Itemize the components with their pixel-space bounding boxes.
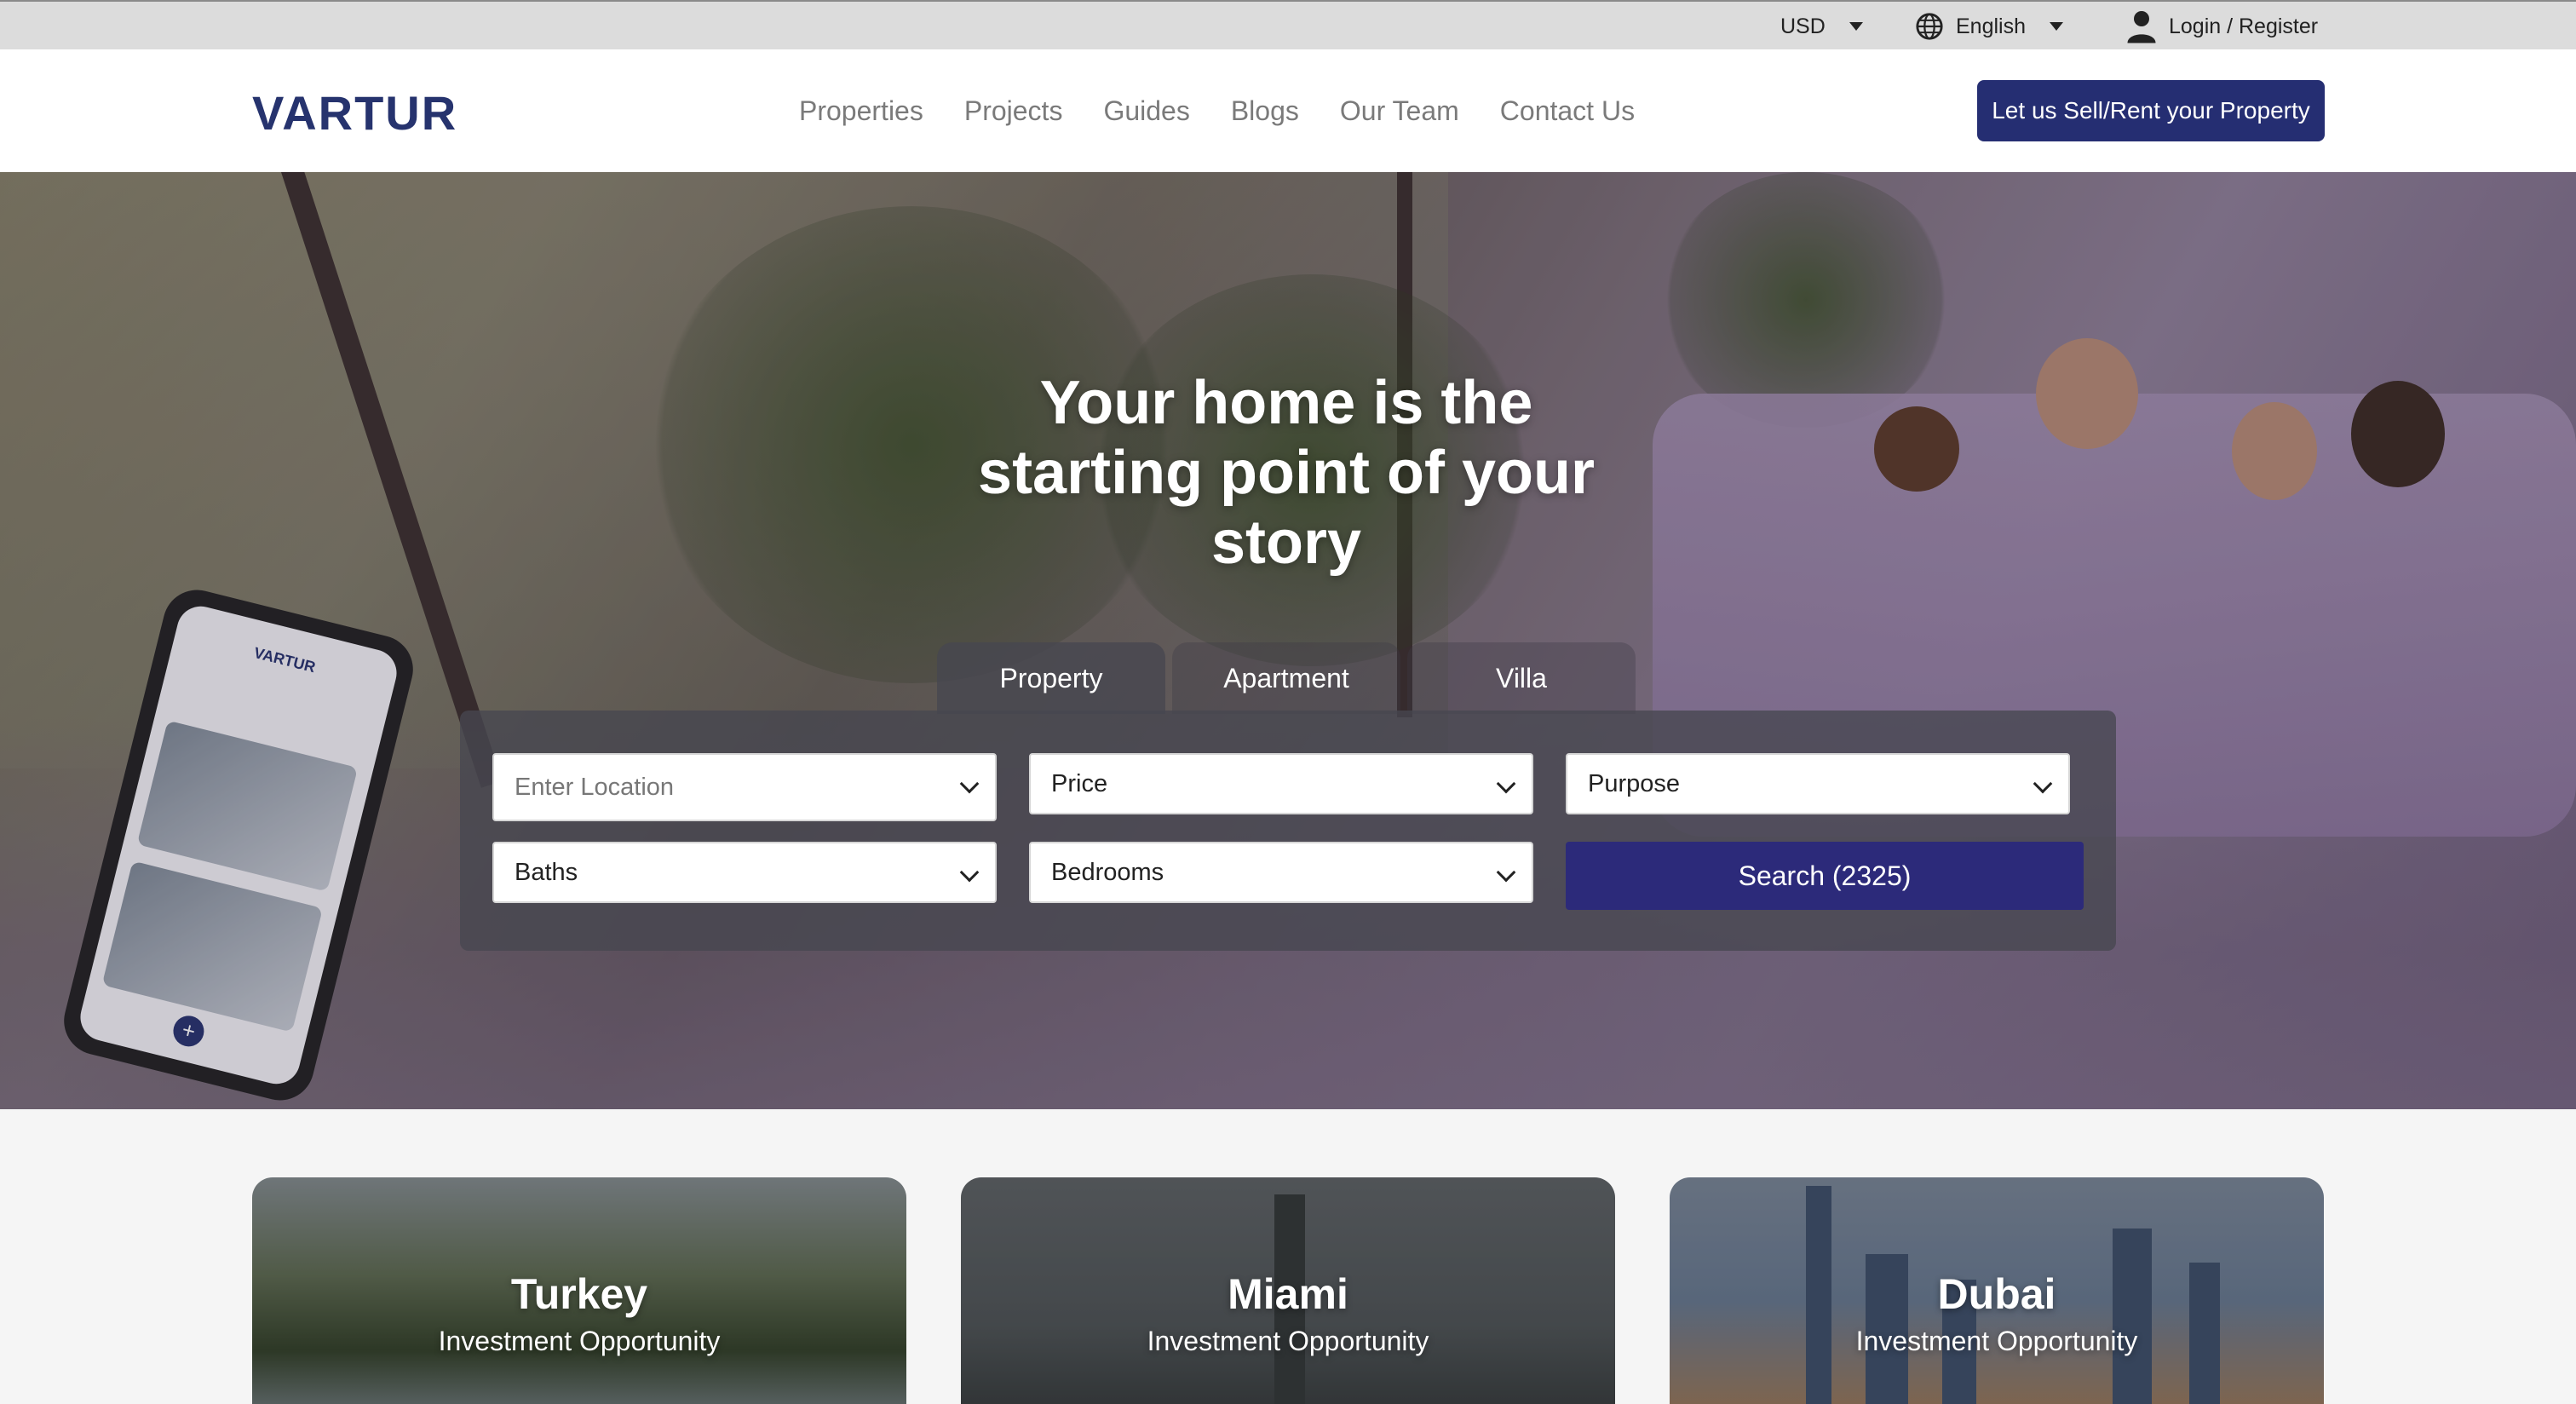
destination-subtitle: Investment Opportunity <box>1855 1326 2138 1356</box>
chevron-down-icon <box>2033 774 2053 794</box>
search-button[interactable]: Search (2325) <box>1566 842 2084 910</box>
price-label: Price <box>1051 769 1108 797</box>
bedrooms-select[interactable]: Bedrooms <box>1029 842 1533 903</box>
tab-apartment[interactable]: Apartment <box>1172 642 1400 714</box>
nav-properties[interactable]: Properties <box>799 95 923 127</box>
globe-icon <box>1916 13 1943 40</box>
hero-heading-regular-1: is the <box>1355 369 1533 437</box>
brand-logo[interactable]: VARTUR <box>252 85 457 141</box>
currency-label: USD <box>1780 14 1826 38</box>
login-register-link[interactable]: Login / Register <box>2126 2 2318 51</box>
destination-card-miami[interactable]: Miami Investment Opportunity <box>961 1177 1615 1404</box>
destination-subtitle: Investment Opportunity <box>438 1326 721 1356</box>
destination-subtitle: Investment Opportunity <box>1147 1326 1429 1356</box>
chevron-down-icon <box>959 774 980 794</box>
chevron-down-icon <box>959 862 980 883</box>
hero-heading-bold-2: story <box>1210 509 1362 577</box>
destination-cards: Turkey Investment Opportunity Miami Inve… <box>0 1177 2576 1404</box>
destination-name: Miami <box>1228 1270 1348 1318</box>
user-icon <box>2127 11 2156 43</box>
primary-nav: Properties Projects Guides Blogs Our Tea… <box>799 49 1635 172</box>
destination-name: Turkey <box>510 1270 648 1318</box>
purpose-label: Purpose <box>1588 769 1681 797</box>
hero-heading-regular-2: starting point of your <box>978 439 1595 507</box>
currency-selector[interactable]: USD <box>1780 2 1863 51</box>
main-navbar: VARTUR Properties Projects Guides Blogs … <box>0 49 2576 172</box>
nav-our-team[interactable]: Our Team <box>1340 95 1459 127</box>
language-selector[interactable]: English <box>1915 2 2063 51</box>
baths-label: Baths <box>515 858 578 886</box>
utility-bar: USD English Login / Register <box>0 0 2576 49</box>
nav-guides[interactable]: Guides <box>1103 95 1189 127</box>
destination-card-turkey[interactable]: Turkey Investment Opportunity <box>252 1177 906 1404</box>
tab-property[interactable]: Property <box>937 642 1165 714</box>
location-select[interactable]: Enter Location <box>492 753 997 821</box>
location-placeholder: Enter Location <box>515 773 675 801</box>
language-label: English <box>1956 14 2026 38</box>
destination-name: Dubai <box>1937 1270 2056 1318</box>
destination-card-dubai[interactable]: Dubai Investment Opportunity <box>1670 1177 2324 1404</box>
hero-heading-bold-1: Your home <box>1039 369 1356 437</box>
caret-down-icon <box>1849 22 1863 31</box>
hero-overlay <box>0 172 2576 1109</box>
nav-blogs[interactable]: Blogs <box>1231 95 1299 127</box>
price-select[interactable]: Price <box>1029 753 1533 814</box>
purpose-select[interactable]: Purpose <box>1566 753 2070 814</box>
baths-select[interactable]: Baths <box>492 842 997 903</box>
search-panel: Enter Location Price Purpose Baths Bedro… <box>460 711 2116 951</box>
hero-section: VARTUR + Your home is the starting point… <box>0 172 2576 1109</box>
chevron-down-icon <box>1496 862 1516 883</box>
property-type-tabs: Property Apartment Villa <box>937 642 1636 714</box>
tab-villa[interactable]: Villa <box>1407 642 1636 714</box>
hero-heading: Your home is the starting point of your … <box>903 368 1670 578</box>
nav-projects[interactable]: Projects <box>964 95 1063 127</box>
login-label: Login / Register <box>2169 14 2319 38</box>
bedrooms-label: Bedrooms <box>1051 858 1164 886</box>
caret-down-icon <box>2050 22 2063 31</box>
chevron-down-icon <box>1496 774 1516 794</box>
sell-rent-property-button[interactable]: Let us Sell/Rent your Property <box>1977 80 2325 141</box>
nav-contact-us[interactable]: Contact Us <box>1500 95 1635 127</box>
